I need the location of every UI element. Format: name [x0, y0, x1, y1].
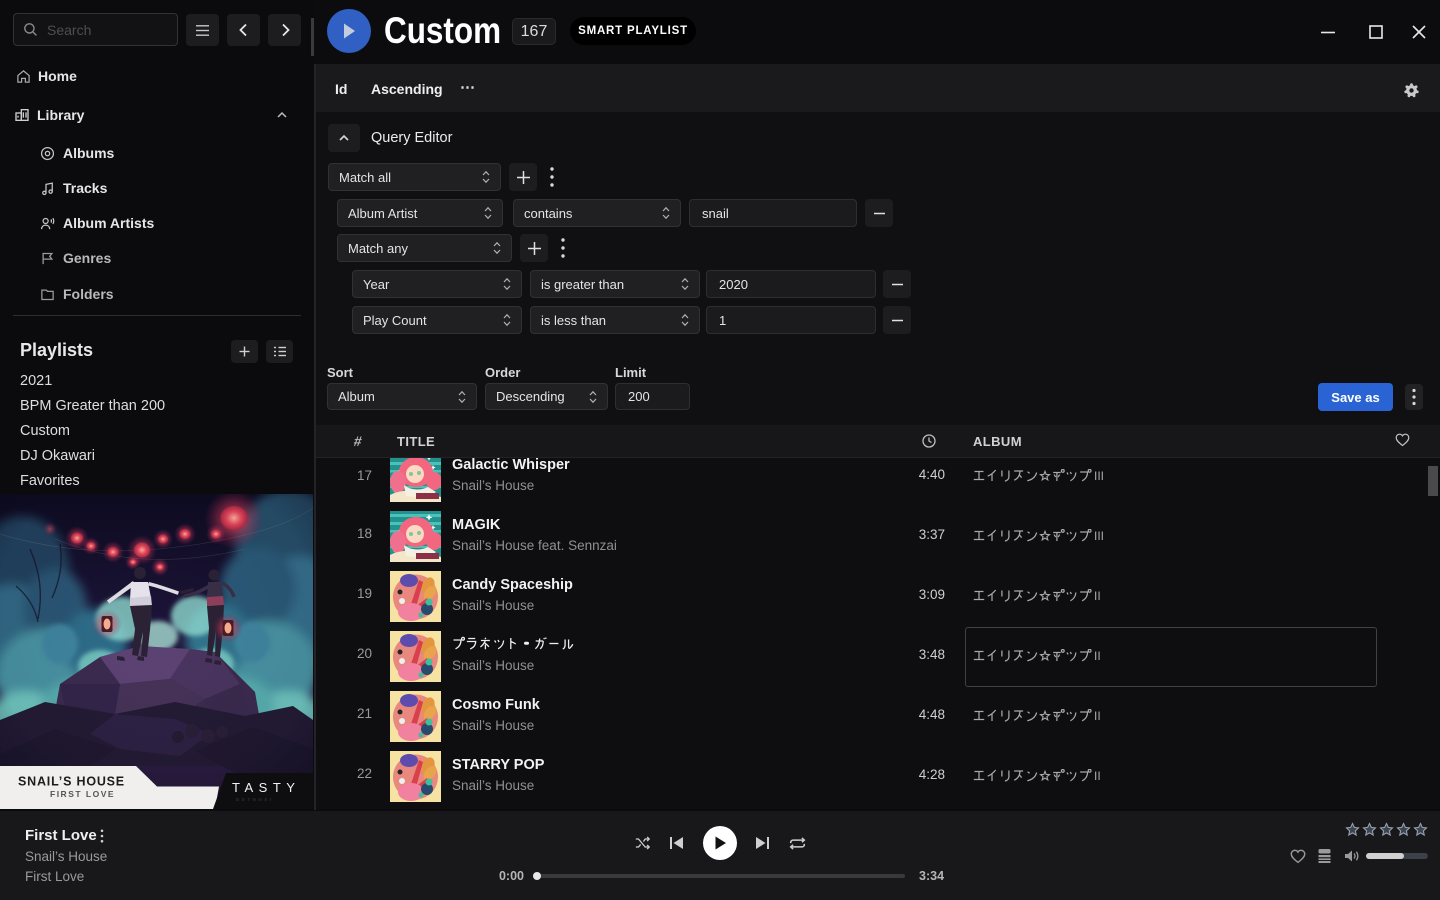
svg-text:III: III [1094, 469, 1104, 483]
svg-text:SNAIL’S HOUSE: SNAIL’S HOUSE [18, 775, 125, 789]
svg-text:FIRST LOVE: FIRST LOVE [50, 789, 115, 799]
svg-text:BSTNNXI: BSTNNXI [236, 797, 274, 802]
svg-text:II: II [1094, 709, 1101, 723]
svg-text:II: II [1094, 769, 1101, 783]
svg-text:III: III [1094, 529, 1104, 543]
svg-text:TASTY: TASTY [232, 780, 300, 795]
svg-text:II: II [1094, 589, 1101, 603]
